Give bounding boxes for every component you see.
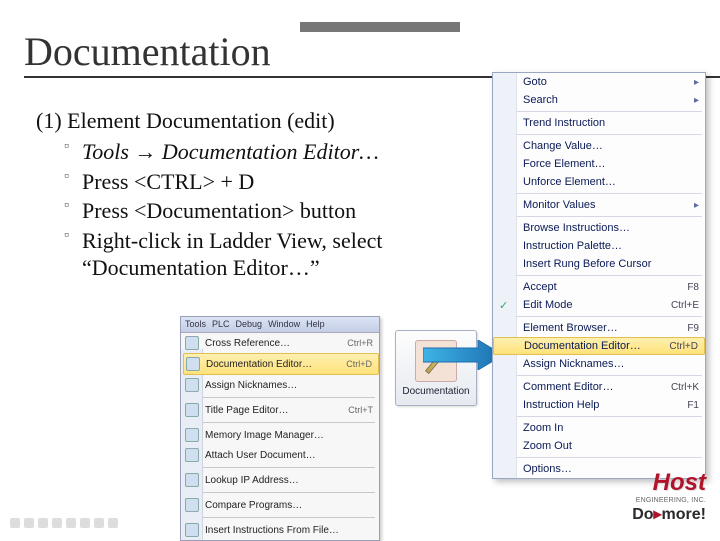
ctx-item-comment-editor[interactable]: Comment Editor…Ctrl+K [493,378,705,396]
slide-thumbnail-strip [10,518,118,528]
doc-icon [186,357,200,371]
ctx-item-search[interactable]: Search [493,91,705,109]
logo-host-text: Host [632,469,706,497]
ctx-item-instruction-palette[interactable]: Instruction Palette… [493,237,705,255]
bullet-item: Press <CTRL> + D [64,168,444,196]
ctx-item-trend[interactable]: Trend Instruction [493,114,705,132]
ctx-item-edit-mode[interactable]: Edit ModeCtrl+E [493,296,705,314]
menu-separator [496,416,702,417]
documentation-button-label: Documentation [402,386,469,397]
logo-domore: Do▸more! [632,504,706,524]
menu-item-title-page-editor[interactable]: Title Page Editor…Ctrl+T [183,400,379,420]
section-heading: (1) Element Documentation (edit) [36,108,335,134]
menu-item-lookup-ip[interactable]: Lookup IP Address… [183,470,379,490]
menu-separator [187,467,375,468]
menu-separator [496,275,702,276]
db-icon [185,428,199,442]
menu-item-attach-user-document[interactable]: Attach User Document… [183,445,379,465]
ctx-item-unforce[interactable]: Unforce Element… [493,173,705,191]
ctx-item-assign-nicknames[interactable]: Assign Nicknames… [493,355,705,373]
ctx-item-documentation-editor[interactable]: Documentation Editor…Ctrl+D [493,337,705,355]
ctx-item-instruction-help[interactable]: Instruction HelpF1 [493,396,705,414]
menu-gutter [493,73,517,478]
slide-decoration-bar [300,22,460,32]
menu-separator [496,457,702,458]
bullet-item: Tools → Documentation Editor… [64,138,444,166]
doc-icon [185,336,199,350]
attach-icon [185,448,199,462]
menu-item-insert-instructions[interactable]: Insert Instructions From File… [183,520,379,540]
ctx-item-zoom-in[interactable]: Zoom In [493,419,705,437]
net-icon [185,473,199,487]
page-icon [185,403,199,417]
host-engineering-logo: Host ENGINEERING, INC. Do▸more! [632,469,706,524]
ctx-item-force[interactable]: Force Element… [493,155,705,173]
menu-separator [187,422,375,423]
menu-separator [187,517,375,518]
menu-item-documentation-editor[interactable]: Documentation Editor…Ctrl+D [183,353,379,375]
bullet-list: Tools → Documentation Editor… Press <CTR… [64,138,444,284]
documentation-button[interactable]: Documentation [395,330,477,406]
ctx-item-zoom-out[interactable]: Zoom Out [493,437,705,455]
compare-icon [185,498,199,512]
ctx-item-browse-instructions[interactable]: Browse Instructions… [493,219,705,237]
menu-separator [187,397,375,398]
menu-item-memory-image-manager[interactable]: Memory Image Manager… [183,425,379,445]
menu-separator [496,216,702,217]
ladder-view-context-menu: Goto Search Trend Instruction Change Val… [492,72,706,479]
menu-item-compare-programs[interactable]: Compare Programs… [183,495,379,515]
menu-separator [496,111,702,112]
ctx-item-goto[interactable]: Goto [493,73,705,91]
documentation-icon [415,340,457,382]
menu-item-cross-reference[interactable]: Cross Reference…Ctrl+R [183,333,379,353]
tools-menubar: Tools PLC Debug Window Help [181,317,379,333]
ctx-item-insert-rung[interactable]: Insert Rung Before Cursor [493,255,705,273]
bullet-item: Right-click in Ladder View, select “Docu… [64,227,444,282]
ctx-item-accept[interactable]: AcceptF8 [493,278,705,296]
page-title: Documentation [24,28,271,75]
menu-separator [496,134,702,135]
tag-icon [185,378,199,392]
menu-separator [187,492,375,493]
bullet-item: Press <Documentation> button [64,197,444,225]
ctx-item-change-value[interactable]: Change Value… [493,137,705,155]
file-icon [185,523,199,537]
menu-item-assign-nicknames[interactable]: Assign Nicknames… [183,375,379,395]
menu-separator [496,375,702,376]
ctx-item-monitor-values[interactable]: Monitor Values [493,196,705,214]
logo-subtext: ENGINEERING, INC. [632,497,706,504]
menu-separator [496,193,702,194]
tools-dropdown-screenshot: Tools PLC Debug Window Help Cross Refere… [180,316,380,541]
ctx-item-element-browser[interactable]: Element Browser…F9 [493,319,705,337]
pencil-icon [424,347,447,373]
menu-separator [496,316,702,317]
